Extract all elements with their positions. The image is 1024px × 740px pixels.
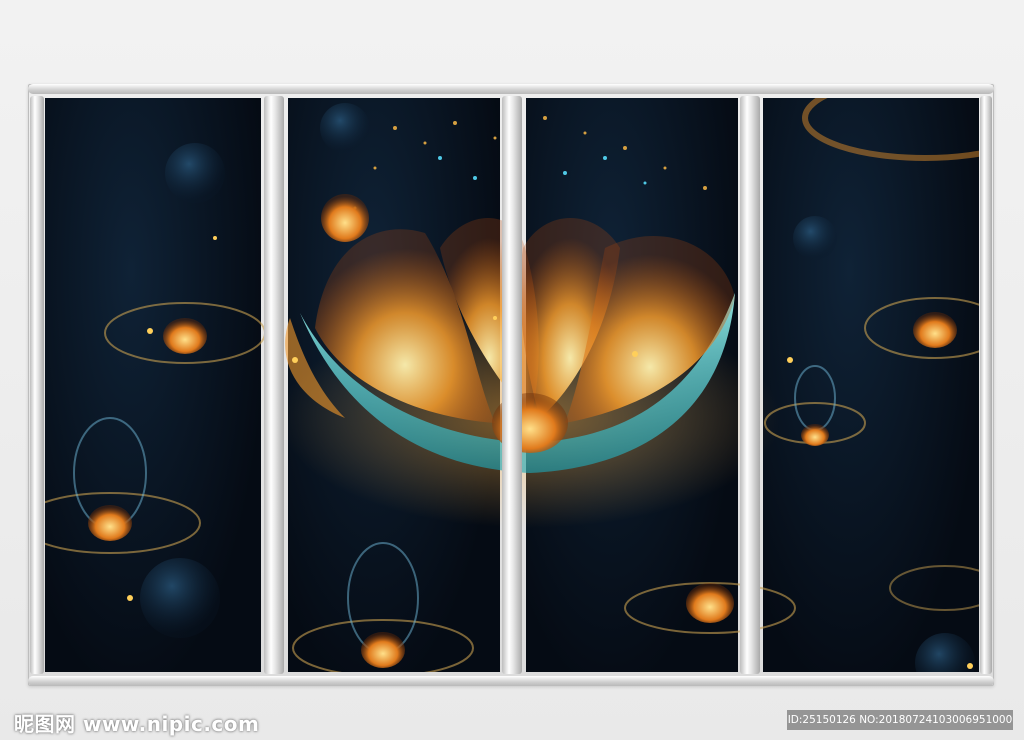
frame-bottom-rail: [28, 676, 994, 686]
frame-right-post: [980, 96, 992, 674]
image-id-label: ID:25150126 NO:20180724103006951000: [787, 710, 1013, 730]
panel-3: [526, 98, 738, 672]
panel-1: [45, 98, 261, 672]
frame-divider-3: [740, 96, 760, 674]
frame-left-post: [30, 96, 44, 674]
frame-divider-1: [264, 96, 284, 674]
site-watermark: 昵图网 www.nipic.com: [14, 712, 260, 736]
panel-2: [288, 98, 500, 672]
panel-4: [763, 98, 979, 672]
frame-divider-2: [502, 96, 522, 674]
frame-top-rail: [28, 84, 994, 94]
